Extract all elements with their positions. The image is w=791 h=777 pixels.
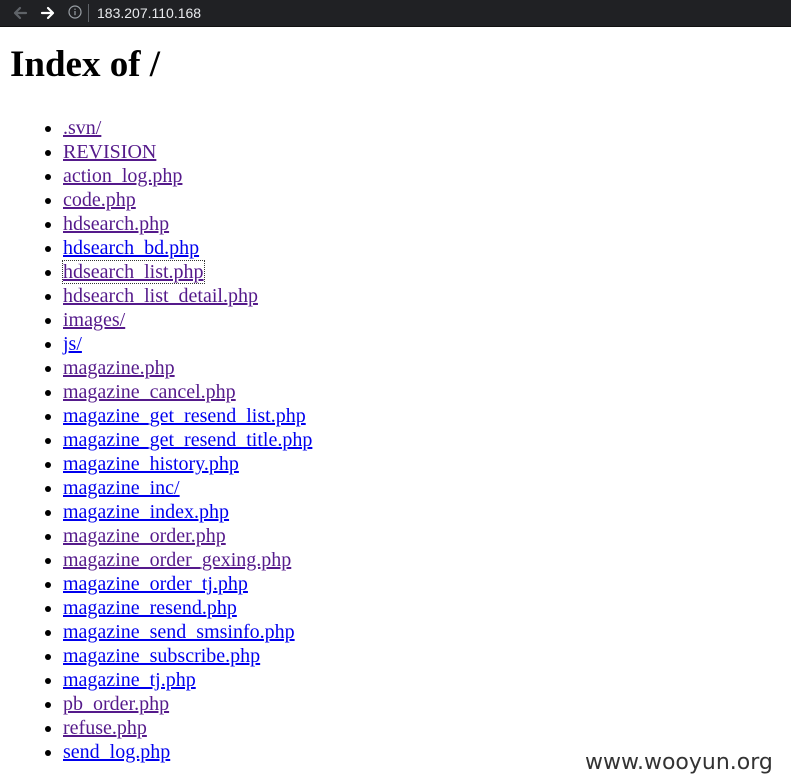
forward-button[interactable] — [37, 2, 59, 24]
file-link[interactable]: refuse.php — [63, 717, 147, 739]
browser-toolbar: 183.207.110.168 — [0, 0, 791, 27]
arrow-right-icon — [40, 6, 55, 20]
list-item: magazine_get_resend_title.php — [63, 428, 312, 452]
file-link[interactable]: code.php — [63, 189, 136, 211]
list-item: magazine_cancel.php — [63, 380, 312, 404]
list-item: pb_order.php — [63, 692, 312, 716]
list-item: .svn/ — [63, 116, 312, 140]
arrow-left-icon — [13, 6, 28, 20]
file-link[interactable]: REVISION — [63, 141, 156, 163]
list-item: magazine_inc/ — [63, 476, 312, 500]
directory-listing: .svn/REVISIONaction_log.phpcode.phphdsea… — [23, 116, 312, 764]
list-item: magazine.php — [63, 356, 312, 380]
list-item: magazine_history.php — [63, 452, 312, 476]
file-link[interactable]: js/ — [63, 333, 82, 355]
file-link[interactable]: action_log.php — [63, 165, 182, 187]
list-item: hdsearch_list_detail.php — [63, 284, 312, 308]
list-item: hdsearch_list.php — [62, 260, 312, 284]
list-item: send_log.php — [63, 740, 312, 764]
file-link[interactable]: hdsearch.php — [63, 213, 169, 235]
back-button[interactable] — [9, 2, 31, 24]
site-info-icon[interactable] — [68, 5, 82, 19]
list-item: magazine_order_tj.php — [63, 572, 312, 596]
file-link[interactable]: magazine_get_resend_title.php — [63, 429, 312, 451]
list-item: js/ — [63, 332, 312, 356]
file-link[interactable]: magazine_order.php — [63, 525, 226, 547]
file-link[interactable]: pb_order.php — [63, 693, 169, 715]
list-item: magazine_order.php — [63, 524, 312, 548]
file-link[interactable]: magazine_order_tj.php — [63, 573, 248, 595]
file-link[interactable]: magazine_cancel.php — [63, 381, 236, 403]
list-item: action_log.php — [63, 164, 312, 188]
list-item: REVISION — [63, 140, 312, 164]
file-link[interactable]: magazine_history.php — [63, 453, 239, 475]
file-link[interactable]: magazine_order_gexing.php — [63, 549, 291, 571]
list-item: magazine_send_smsinfo.php — [63, 620, 312, 644]
page-title: Index of / — [10, 44, 161, 85]
address-bar[interactable]: 183.207.110.168 — [97, 4, 201, 22]
file-link[interactable]: magazine_resend.php — [63, 597, 237, 619]
file-link[interactable]: magazine_index.php — [63, 501, 229, 523]
file-link[interactable]: magazine_subscribe.php — [63, 645, 260, 667]
file-link[interactable]: magazine_send_smsinfo.php — [63, 621, 295, 643]
list-item: hdsearch.php — [63, 212, 312, 236]
list-item: magazine_get_resend_list.php — [63, 404, 312, 428]
file-link[interactable]: hdsearch_list.php — [62, 260, 205, 284]
list-item: magazine_subscribe.php — [63, 644, 312, 668]
file-link[interactable]: hdsearch_bd.php — [63, 237, 199, 259]
list-item: hdsearch_bd.php — [63, 236, 312, 260]
file-link[interactable]: .svn/ — [63, 117, 101, 139]
watermark: www.wooyun.org — [585, 750, 773, 775]
file-link[interactable]: magazine.php — [63, 357, 175, 379]
list-item: code.php — [63, 188, 312, 212]
list-item: images/ — [63, 308, 312, 332]
file-link[interactable]: hdsearch_list_detail.php — [63, 285, 258, 307]
list-item: refuse.php — [63, 716, 312, 740]
file-link[interactable]: magazine_get_resend_list.php — [63, 405, 306, 427]
file-link[interactable]: images/ — [63, 309, 125, 331]
file-link[interactable]: magazine_tj.php — [63, 669, 196, 691]
address-divider — [88, 4, 89, 22]
list-item: magazine_resend.php — [63, 596, 312, 620]
list-item: magazine_index.php — [63, 500, 312, 524]
page-content: Index of / .svn/REVISIONaction_log.phpco… — [0, 27, 791, 775]
file-link[interactable]: magazine_inc/ — [63, 477, 180, 499]
list-item: magazine_order_gexing.php — [63, 548, 312, 572]
file-link[interactable]: send_log.php — [63, 741, 170, 763]
list-item: magazine_tj.php — [63, 668, 312, 692]
